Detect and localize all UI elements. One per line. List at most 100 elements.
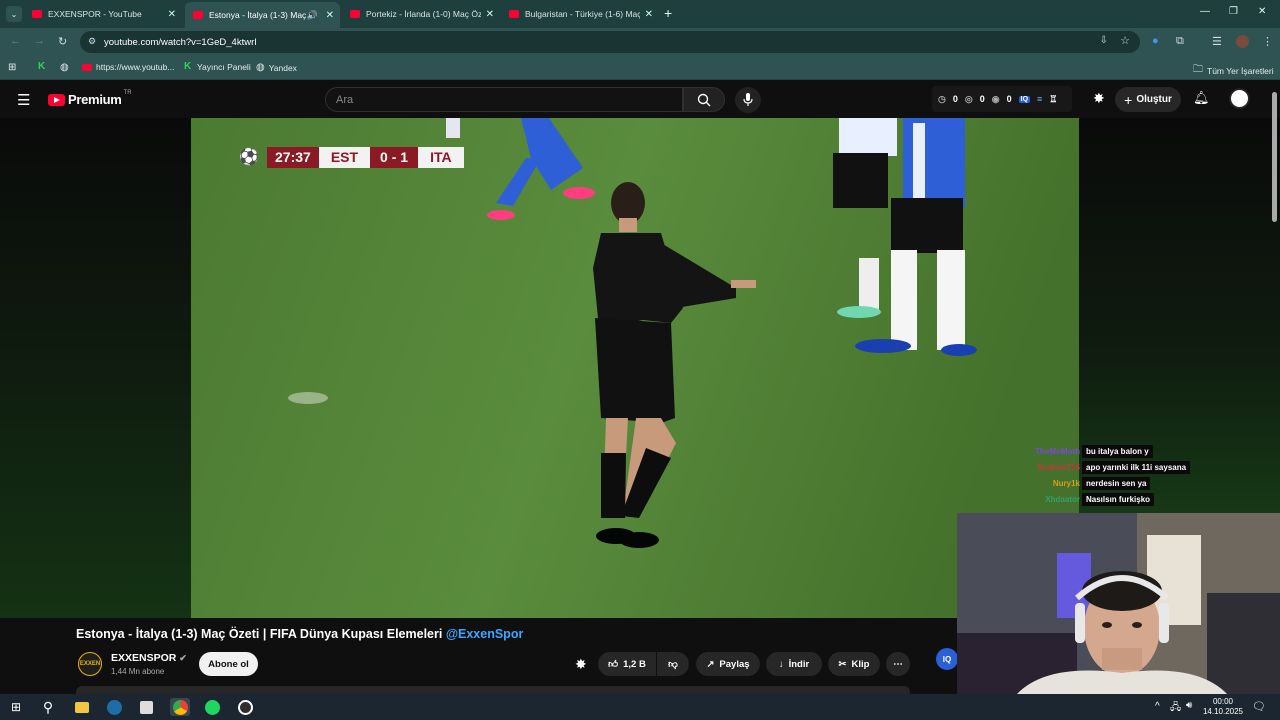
apps-grid-icon[interactable]: ⊞ xyxy=(8,62,16,73)
close-tab-icon[interactable]: ✕ xyxy=(326,10,334,21)
folder-icon: 🗀 xyxy=(1193,64,1203,75)
match-clock: 27:37 xyxy=(267,147,319,168)
channel-name[interactable]: EXXENSPOR ✔ xyxy=(111,652,187,664)
voice-search-button[interactable] xyxy=(735,87,761,113)
network-icon[interactable]: 🖧 xyxy=(1170,700,1181,717)
speaker-icon[interactable]: 🔊 xyxy=(307,10,318,21)
install-app-icon[interactable]: ⇩ xyxy=(1100,35,1108,46)
globe-bookmark-icon[interactable]: ◍ xyxy=(60,62,69,73)
extension-counters: ◷ 0 ◎ 0 ◉ 0 IQ ≡ ♖ xyxy=(932,86,1072,112)
logo-text: Premium xyxy=(68,92,122,107)
home-team: EST xyxy=(318,147,371,168)
video-title-text: Estonya - İtalya (1-3) Maç Özeti | FIFA … xyxy=(76,627,443,641)
bookmark-label: Yandex xyxy=(268,62,297,73)
extension-puzzle-icon[interactable]: ✸ xyxy=(1093,90,1105,107)
account-avatar[interactable] xyxy=(1229,88,1250,109)
kick-bookmark-icon[interactable]: K xyxy=(38,62,47,72)
steam-icon[interactable] xyxy=(105,698,123,716)
youtube-favicon-icon xyxy=(82,63,92,71)
more-menu-icon[interactable]: ⋮ xyxy=(1262,35,1273,48)
microsoft-store-icon[interactable] xyxy=(137,698,155,716)
volume-icon[interactable]: 🔊︎ xyxy=(1186,700,1192,711)
extension-skype-icon[interactable]: ● xyxy=(1152,35,1159,47)
channel-handle-link[interactable]: @ExxenSpor xyxy=(446,627,524,641)
plus-icon: + xyxy=(1124,91,1133,108)
chat-message: İbrahim715 apo yarınki ilk 11i saysana xyxy=(1022,459,1222,475)
share-button[interactable]: ↗ Paylaş xyxy=(696,652,760,676)
close-tab-icon[interactable]: ✕ xyxy=(645,9,653,20)
more-actions-button[interactable]: ⋯ xyxy=(886,652,910,676)
clip-label: Klip xyxy=(851,658,870,670)
minimize-button[interactable]: — xyxy=(1200,6,1210,17)
youtube-favicon-icon xyxy=(350,10,360,18)
bookmark-yayinci-paneli[interactable]: K Yayıncı Paneli xyxy=(184,61,251,73)
chrome-icon[interactable] xyxy=(170,698,190,716)
back-icon[interactable]: ← xyxy=(10,35,21,47)
youtube-header: ☰ Premium TR Ara ◷ 0 ◎ 0 ◉ 0 IQ ≡ ♖ ✸ + Olu… xyxy=(0,81,1280,118)
scorebug: 27:37 EST 0 - 1 ITA xyxy=(267,147,464,168)
new-tab-button[interactable]: + xyxy=(664,5,672,21)
counter-value: 0 xyxy=(1006,94,1012,104)
create-button[interactable]: + Oluştur xyxy=(1115,87,1181,112)
streamer-webcam xyxy=(957,513,1280,694)
site-info-icon[interactable]: ⚙ xyxy=(88,36,96,47)
chat-username: Nury1k xyxy=(1052,478,1080,488)
clock-time: 00:00 xyxy=(1212,697,1234,706)
reload-icon[interactable]: ↻ xyxy=(58,35,67,48)
restore-button[interactable]: ❐ xyxy=(1229,6,1238,17)
spotify-icon[interactable] xyxy=(203,698,221,716)
forward-icon[interactable]: → xyxy=(34,35,45,47)
close-tab-icon[interactable]: ✕ xyxy=(486,9,494,20)
trophy-icon[interactable]: ♖ xyxy=(1049,94,1057,105)
windows-start-icon[interactable]: ⊞ xyxy=(7,698,25,716)
browser-tab[interactable]: Bulgaristan - Türkiye (1-6) Maç ✕ xyxy=(501,3,659,25)
like-button[interactable]: 👍︎ 1,2 B xyxy=(598,652,656,676)
clip-button[interactable]: ✂ Klip xyxy=(828,652,880,676)
channel-avatar[interactable]: EXXEN xyxy=(78,652,102,676)
browser-tab[interactable]: Portekiz - İrlanda (1-0) Maç Öze ✕ xyxy=(342,3,500,25)
list-icon[interactable]: ≡ xyxy=(1037,94,1042,104)
browser-tab[interactable]: EXXENSPOR - YouTube ✕ xyxy=(24,3,182,25)
search-icon[interactable]: ⚲ xyxy=(39,698,57,716)
tray-chevron-icon[interactable]: ^ xyxy=(1155,701,1160,712)
eye-icon: ◉ xyxy=(991,93,1000,104)
video-player[interactable]: ⚽ 27:37 EST 0 - 1 ITA xyxy=(191,118,1079,618)
file-explorer-icon[interactable] xyxy=(73,698,91,716)
bookmark-youtube[interactable]: https://www.youtub... xyxy=(82,62,174,72)
system-clock[interactable]: 00:00 14.10.2025 xyxy=(1202,697,1244,717)
all-bookmarks[interactable]: 🗀 Tüm Yer İşaretleri xyxy=(1193,62,1274,79)
notifications-icon[interactable]: 🗨 xyxy=(1252,700,1266,713)
search-button[interactable] xyxy=(683,87,725,112)
close-window-button[interactable]: ✕ xyxy=(1258,6,1266,17)
bookmark-star-icon[interactable]: ☆ xyxy=(1120,34,1130,47)
obs-icon[interactable] xyxy=(236,698,254,716)
iq-extension-icon[interactable]: IQ xyxy=(936,648,958,670)
iq-icon[interactable]: IQ xyxy=(1018,95,1031,103)
notifications-bell-icon[interactable]: 🔔︎ xyxy=(1193,90,1210,106)
chat-message: TheMoMoth bu italya balon y xyxy=(1022,443,1222,459)
page-scrollbar[interactable] xyxy=(1272,92,1277,222)
address-bar[interactable]: ⚙ youtube.com/watch?v=1GeD_4ktwrI ⇩ ☆ xyxy=(80,31,1140,53)
tab-search-button[interactable]: ⌄ xyxy=(6,6,22,22)
youtube-premium-logo[interactable]: Premium TR xyxy=(48,90,132,107)
extension-spark-icon[interactable]: ✸ xyxy=(575,656,587,673)
extensions-puzzle-icon[interactable]: ⧉ xyxy=(1176,35,1184,48)
bookmarks-bar: ⊞ K ◍ https://www.youtub... K Yayıncı Pa… xyxy=(0,56,1280,80)
dislike-button[interactable]: 👎︎ xyxy=(657,652,689,676)
hamburger-menu-icon[interactable]: ☰ xyxy=(17,91,30,109)
bookmark-yandex[interactable]: ◍ Yandex xyxy=(256,62,297,73)
search-input[interactable]: Ara xyxy=(325,87,683,112)
description-box-edge xyxy=(76,686,910,694)
subscribe-button[interactable]: Abone ol xyxy=(199,652,258,676)
kick-icon: K xyxy=(184,61,192,72)
browser-tab-active[interactable]: Estonya - İtalya (1-3) Maç Ö 🔊 ✕ xyxy=(185,2,340,28)
profile-avatar[interactable] xyxy=(1236,35,1249,48)
download-button[interactable]: ↓ İndir xyxy=(766,652,822,676)
ambient-glow-left xyxy=(0,118,191,618)
reading-list-icon[interactable]: ☰ xyxy=(1212,35,1222,48)
youtube-favicon-icon xyxy=(32,10,42,18)
video-frame-scene xyxy=(191,118,1079,618)
close-tab-icon[interactable]: ✕ xyxy=(168,9,176,20)
match-score: 0 - 1 xyxy=(370,147,419,168)
chat-username: İbrahim715 xyxy=(1037,462,1080,472)
